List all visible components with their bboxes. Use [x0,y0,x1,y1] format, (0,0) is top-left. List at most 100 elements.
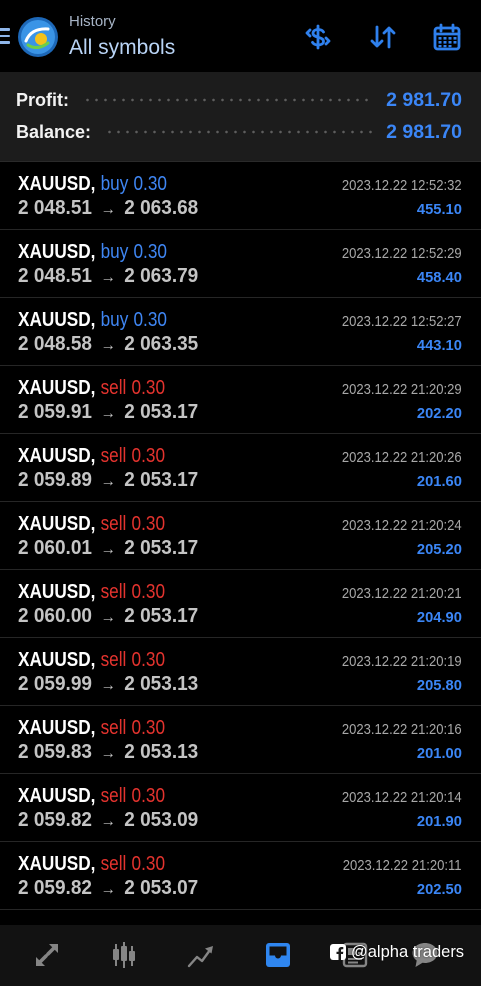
deal-prices: 2 048.58 2 063.35 [18,332,198,358]
deal-profit: 455.10 [417,201,462,218]
deal-time: 2023.12.22 12:52:32 [342,177,462,194]
symbol-filter[interactable]: All symbols [69,35,175,60]
deal-volume: 0.30 [133,173,167,195]
deal-list: XAUUSDbuy0.302023.12.22 12:52:322 048.51… [0,162,481,910]
deal-profit: 205.20 [417,541,462,558]
close-price: 2 053.17 [124,537,199,559]
deal-prices: 2 060.00 2 053.17 [18,604,198,630]
price-arrow-icon [101,674,116,698]
deal-profit: 201.60 [417,473,462,490]
deal-prices: 2 059.99 2 053.13 [18,672,198,698]
close-price: 2 053.13 [124,741,199,763]
open-price: 2 059.82 [18,809,92,831]
deal-row[interactable]: XAUUSDsell0.30 2023.12.22 21:20:16 2 059.8… [0,706,481,774]
deal-time: 2023.12.22 12:52:27 [342,313,462,330]
deal-row[interactable]: XAUUSDsell0.30 2023.12.22 21:20:19 2 059.9… [0,638,481,706]
deal-time: 2023.12.22 21:20:21 [342,585,462,602]
deal-type: buy [100,241,129,263]
deal-prices: 2 059.89 2 053.17 [18,468,198,494]
deal-time: 2023.12.22 21:20:29 [342,381,462,398]
deal-type: sell [100,785,127,807]
deal-type: sell [100,717,127,739]
deal-profit: 202.20 [417,405,462,422]
deal-row[interactable]: XAUUSDsell0.30 2023.12.22 21:20:26 2 059.8… [0,434,481,502]
profit-label: Profit: [16,89,69,110]
deal-volume: 0.30 [131,717,166,739]
close-price: 2 053.17 [124,401,199,423]
deal-type: sell [100,853,127,875]
close-price: 2 053.09 [124,809,199,831]
deal-symbol: XAUUSD [18,581,95,603]
deal-profit: 204.90 [417,609,462,626]
balance-label: Balance: [16,121,92,142]
deal-title: XAUUSDsell0.30 [18,512,165,536]
price-arrow-icon [101,878,116,902]
deal-symbol: XAUUSD [18,717,95,739]
profit-line: Profit: 2 981.70 [16,88,462,112]
deal-symbol: XAUUSD [18,853,95,875]
deal-row[interactable]: XAUUSDsell0.30 2023.12.22 21:20:21 2 060.0… [0,570,481,638]
deal-prices: 2 060.01 2 053.17 [18,536,198,562]
deal-title: XAUUSDsell0.30 [18,580,165,604]
menu-icon[interactable] [0,28,10,45]
balance-line: Balance: 2 981.70 [16,120,462,144]
deal-prices: 2 059.82 2 053.09 [18,808,198,834]
deal-row[interactable]: XAUUSDsell0.30 2023.12.22 21:20:14 2 059.8… [0,774,481,842]
price-arrow-icon [101,538,116,562]
deal-type: sell [100,445,127,467]
trade-icon[interactable] [185,939,217,971]
deal-time: 2023.12.22 21:20:19 [342,653,462,670]
deal-volume: 0.30 [131,853,166,875]
deal-row[interactable]: XAUUSDbuy0.30 2023.12.22 12:52:29 2 048.51… [0,230,481,298]
close-price: 2 053.07 [124,877,199,899]
close-price: 2 053.13 [124,673,199,695]
close-price: 2 053.17 [124,605,199,627]
open-price: 2 060.01 [18,537,92,559]
sort-icon[interactable] [367,21,399,53]
watermark: @alpha traders [330,943,464,961]
deal-time: 2023.12.22 21:20:11 [343,857,462,874]
deal-title: XAUUSDsell0.30 [18,852,165,876]
deal-row[interactable]: XAUUSDbuy0.30 2023.12.22 12:52:32 2 048.51… [0,162,481,230]
dotted-leader [105,130,374,134]
deal-type: buy [100,309,129,331]
deal-row[interactable]: XAUUSDsell0.30 2023.12.22 21:20:11 2 059.8… [0,842,481,910]
deal-profit: 202.50 [417,881,462,898]
balance-value: 2 981.70 [386,120,462,143]
deal-type: sell [100,513,127,535]
open-price: 2 059.91 [18,401,92,423]
deal-volume: 0.30 [131,649,166,671]
deal-row[interactable]: XAUUSDbuy0.30 2023.12.22 12:52:27 2 048.58… [0,298,481,366]
deal-prices: 2 048.51 2 063.79 [18,264,198,290]
deal-row[interactable]: XAUUSDsell0.30 2023.12.22 21:20:24 2 060.0… [0,502,481,570]
calendar-icon[interactable] [431,21,463,53]
history-icon[interactable] [262,939,294,971]
quotes-icon[interactable] [31,939,63,971]
open-price: 2 048.51 [18,265,92,287]
close-price: 2 053.17 [124,469,199,491]
open-price: 2 059.99 [18,673,92,695]
price-arrow-icon [101,606,116,630]
deal-volume: 0.30 [131,445,166,467]
deal-type: sell [100,377,127,399]
chart-icon[interactable] [108,939,140,971]
deal-symbol: XAUUSD [18,241,95,263]
deal-profit: 458.40 [417,269,462,286]
deal-symbol: XAUUSD [18,377,95,399]
deal-row[interactable]: XAUUSDsell0.30 2023.12.22 21:20:29 2 059.9… [0,366,481,434]
deal-volume: 0.30 [131,513,166,535]
open-price: 2 059.82 [18,877,92,899]
price-arrow-icon [101,742,116,766]
deal-symbol: XAUUSD [18,785,95,807]
deal-prices: 2 059.83 2 053.13 [18,740,198,766]
page-title: History [69,13,116,30]
deal-title: XAUUSDsell0.30 [18,716,165,740]
deal-title: XAUUSDsell0.30 [18,648,165,672]
deal-prices: 2 048.51 2 063.68 [18,196,198,222]
deal-time: 2023.12.22 21:20:14 [342,789,462,806]
deposit-withdrawal-icon[interactable] [302,21,334,53]
watermark-text: @alpha traders [351,943,465,961]
close-price: 2 063.68 [124,197,199,219]
deal-volume: 0.30 [133,309,167,331]
deal-symbol: XAUUSD [18,649,95,671]
